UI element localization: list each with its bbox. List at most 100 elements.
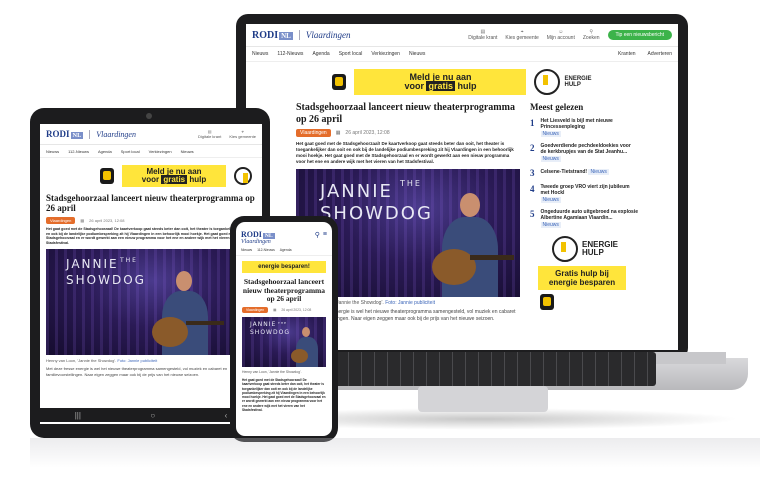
item-number: 3 xyxy=(530,168,535,178)
tablet-camera xyxy=(146,113,152,119)
header-icons: ▤ Digitale krant ⌖ Kies gemeente ☺ Mijn acc… xyxy=(468,29,672,41)
sidebar-item[interactable]: 2 Goedverdiende pechdeeldoekies voor de … xyxy=(530,143,638,162)
nav-item-verkiezingen[interactable]: Verkiezingen xyxy=(371,51,400,57)
item-badge: Nieuws xyxy=(540,156,561,162)
caption-link[interactable]: Foto: Jannie publiciteit xyxy=(385,300,435,306)
item-title: Goedverdiende pechdeeldoekies voor de ke… xyxy=(540,143,631,155)
header-icon-label: Kies gemeente xyxy=(229,134,256,139)
performer-figure xyxy=(422,193,518,298)
banner-line2: voor gratis hulp xyxy=(404,81,477,91)
laptop-keyboard xyxy=(310,352,656,386)
hero-title-3: SHOWDOG xyxy=(66,273,146,288)
gratis-line1: Gratis hulp bij xyxy=(555,269,609,278)
sidebar-item[interactable]: 3 Celsene-Tietstrand! Nieuws xyxy=(530,168,638,178)
nav-item-nieuws-2[interactable]: Nieuws xyxy=(181,149,194,154)
banner-text: Meld je nu aan voor gratis hulp xyxy=(122,165,226,187)
header-icon-label: Kies gemeente xyxy=(505,35,539,41)
site-logo[interactable]: RODI NL xyxy=(252,30,293,41)
header-icons: ▤ Digitale krant ⌖ Kies gemeente xyxy=(198,129,256,139)
hero-title-3: SHOWDOG xyxy=(250,328,290,336)
nav-right: Kranten Adverteren xyxy=(618,51,672,57)
account-button[interactable]: ☺ Mijn account xyxy=(547,29,575,41)
sidebar: Meest gelezen 1 Het Liesveld is bijl met… xyxy=(530,102,638,323)
nav-item-nieuws-2[interactable]: Nieuws xyxy=(409,51,425,57)
nav-item-sport[interactable]: Sport local xyxy=(339,51,363,57)
nav-item-verkiezingen[interactable]: Verkiezingen xyxy=(149,149,172,154)
search-icon[interactable]: ⚲ xyxy=(315,231,320,239)
choose-municipality-button[interactable]: ⌖ Kies gemeente xyxy=(229,129,256,139)
nav-item-nieuws[interactable]: Nieuws xyxy=(252,51,268,57)
logo-text: RODI xyxy=(252,29,279,41)
nav-item-agenda[interactable]: Agenda xyxy=(280,248,292,252)
item-title: Celsene-Tietstrand! xyxy=(540,169,588,175)
search-button[interactable]: ⚲ Zoeken xyxy=(583,29,600,41)
tip-news-button[interactable]: Tip een nieuwsbericht xyxy=(607,30,672,40)
image-caption: Henny van Loon, 'Jannie the Showdog'. Fo… xyxy=(46,358,256,363)
caption-link[interactable]: Foto: Jannie publiciteit xyxy=(117,358,157,363)
hero-image: JANNIE THE SHOWDOG xyxy=(242,316,326,367)
logo-text: RODI xyxy=(241,230,262,239)
performer-figure xyxy=(146,271,226,356)
city-name: Vlaardingen xyxy=(298,30,351,40)
ad-banner[interactable]: Meld je nu aan voor gratis hulp ENERGIE H… xyxy=(246,66,678,98)
header-icon-label: Zoeken xyxy=(582,35,600,41)
item-title: Het Liesveld is bijl met nieuwe Princess… xyxy=(540,118,613,130)
nav-item-agenda[interactable]: Agenda xyxy=(98,149,112,154)
energie-hulp-ad-logo[interactable]: ENERGIE HULP xyxy=(552,236,638,262)
sidebar-title: Meest gelezen xyxy=(530,102,584,112)
nav-item-112[interactable]: 112-Nieuws xyxy=(257,248,275,252)
category-tag[interactable]: Vlaardingen xyxy=(46,216,76,224)
hero-title-3: SHOWDOG xyxy=(320,203,433,225)
article-lead: Het gaat goed met de Stadsgehoorzaal! De… xyxy=(296,141,514,165)
banner-text: Meld je nu aan voor gratis hulp xyxy=(354,69,527,95)
article-title: Stadsgehoorzaal lanceert nieuw theaterpr… xyxy=(242,277,326,304)
site-logo[interactable]: RODI NL xyxy=(241,230,275,239)
city-name: Vlaardingen xyxy=(89,129,136,139)
item-title: Ongeduurde auto uitgebroed na explosie A… xyxy=(540,209,639,221)
category-tag[interactable]: Vlaardingen xyxy=(242,306,269,313)
item-number: 5 xyxy=(530,209,535,219)
digital-paper-button[interactable]: ▤ Digitale krant xyxy=(468,29,497,41)
category-tag[interactable]: Vlaardingen xyxy=(296,129,331,137)
caption-text: Henny van Loon, 'Jannie the Showdog'. xyxy=(242,369,302,374)
phone-screen: RODI NL ⚲ ≡ Vlaardingen Nieuws 112-Nieuws… xyxy=(236,222,332,436)
article-date: 26 april 2023, 12:08 xyxy=(345,130,390,136)
sidebar-item[interactable]: 4 Tweede groep VRO viert zijn jubileum m… xyxy=(530,184,638,203)
article-meta: Vlaardingen ▦ 26 april 2023, 12:08 xyxy=(46,216,256,224)
energie-bulb-icon xyxy=(234,167,252,185)
calendar-icon: ▦ xyxy=(80,217,85,223)
nav-item-kranten[interactable]: Kranten xyxy=(618,51,636,57)
back-icon[interactable]: ‹ xyxy=(225,411,228,420)
digital-paper-button[interactable]: ▤ Digitale krant xyxy=(198,129,221,139)
nav-item-adverteren[interactable]: Adverteren xyxy=(648,51,672,57)
choose-municipality-button[interactable]: ⌖ Kies gemeente xyxy=(505,29,538,41)
home-icon[interactable]: ○ xyxy=(150,411,155,420)
image-caption: Henny van Loon, 'Jannie the Showdog'. xyxy=(242,370,326,374)
article-body: Met deze fresse energie is wel het nieuw… xyxy=(46,366,228,377)
item-number: 1 xyxy=(530,118,535,128)
sidebar-item[interactable]: 5 Ongeduurde auto uitgebroed na explosie… xyxy=(530,209,638,228)
energie-bulb-icon xyxy=(552,236,578,262)
nav-item-nieuws[interactable]: Nieuws xyxy=(46,149,59,154)
hulp-label: HULP xyxy=(564,82,581,88)
nav-item-112[interactable]: 112-Nieuws xyxy=(68,149,89,154)
energie-hulp-logo: ENERGIE HULP xyxy=(534,69,592,95)
site-header: RODI NL Vlaardingen ▤ Digitale krant ⌖ Kies… xyxy=(246,24,678,47)
nav-item-agenda[interactable]: Agenda xyxy=(312,51,329,57)
nav-item-sport[interactable]: Sport local xyxy=(121,149,140,154)
site-header: RODI NL ⚲ ≡ xyxy=(236,222,332,239)
hamburger-menu-icon[interactable]: ≡ xyxy=(323,231,327,238)
ad-banner[interactable]: energie besparen! xyxy=(242,261,326,273)
main-nav: Nieuws 112-Nieuws Agenda xyxy=(236,245,332,256)
article-lead: Het gaat goed met de Stadsgehoorzaal! De… xyxy=(46,226,253,246)
ad-banner[interactable]: Meld je nu aan voor gratis hulp xyxy=(40,162,262,190)
nav-item-112[interactable]: 112-Nieuws xyxy=(277,51,303,57)
municipality-crest-icon xyxy=(540,294,554,311)
hero-title-2: THE xyxy=(120,257,138,265)
nav-item-nieuws[interactable]: Nieuws xyxy=(241,248,252,252)
menu-icon[interactable]: ||| xyxy=(75,411,81,420)
hero-image: JANNIE THE SHOWDOG xyxy=(46,249,240,356)
gratis-hulp-ad[interactable]: Gratis hulp bij energie besparen xyxy=(538,266,626,291)
site-logo[interactable]: RODI NL xyxy=(46,129,84,139)
sidebar-item[interactable]: 1 Het Liesveld is bijl met nieuwe Prince… xyxy=(530,118,638,137)
